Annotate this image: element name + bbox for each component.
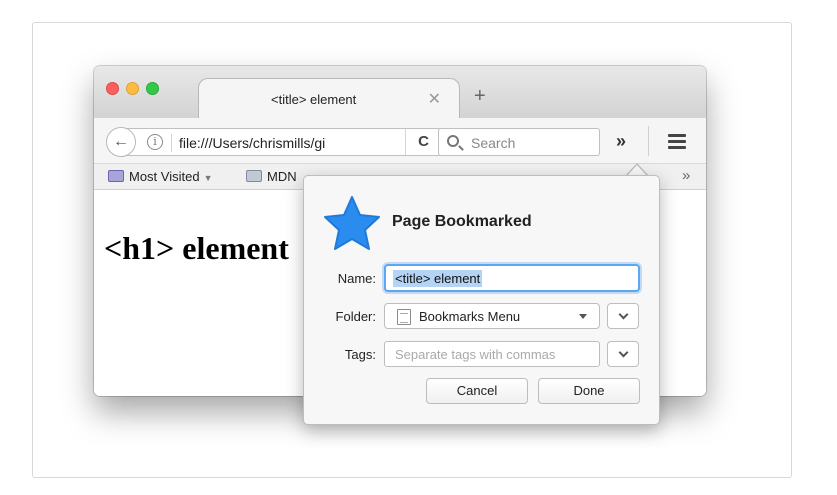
zoom-window-button[interactable]	[146, 82, 159, 95]
title-bar: <title> element ✕ +	[94, 66, 706, 118]
url-separator	[171, 134, 172, 152]
minimize-window-button[interactable]	[126, 82, 139, 95]
folder-select-value: Bookmarks Menu	[419, 309, 521, 324]
dropdown-arrow-icon	[579, 314, 587, 319]
done-button[interactable]: Done	[538, 378, 640, 404]
folder-expand-button[interactable]	[607, 303, 639, 329]
bookmark-label: MDN	[267, 169, 297, 184]
tags-label: Tags:	[344, 347, 376, 362]
overflow-chevron-icon[interactable]: »	[616, 131, 626, 152]
folder-label: Folder:	[335, 309, 376, 324]
page-heading: <h1> element	[104, 230, 289, 266]
url-bar[interactable]: i file:///Users/chrismills/gi C	[120, 128, 442, 156]
bookmark-panel: Page Bookmarked Name: <title> element Fo…	[303, 175, 660, 425]
menu-icon[interactable]	[668, 134, 686, 149]
tab-active[interactable]: <title> element ✕	[198, 78, 460, 118]
folder-icon	[246, 170, 262, 182]
tags-field[interactable]: Separate tags with commas	[384, 341, 600, 367]
search-placeholder: Search	[471, 135, 516, 151]
document-icon	[397, 309, 411, 325]
url-text[interactable]: file:///Users/chrismills/gi	[179, 135, 325, 151]
bookmark-most-visited[interactable]: Most Visited ▼	[108, 169, 213, 184]
panel-title: Page Bookmarked	[392, 213, 532, 230]
tags-placeholder: Separate tags with commas	[395, 347, 556, 362]
info-icon[interactable]: i	[147, 134, 163, 150]
star-icon	[324, 196, 380, 250]
new-tab-button[interactable]: +	[474, 86, 486, 106]
reload-icon[interactable]: C	[405, 129, 441, 155]
tab-close-icon[interactable]: ✕	[428, 89, 441, 109]
back-arrow-icon[interactable]: ←	[106, 127, 136, 157]
cancel-button[interactable]: Cancel	[426, 378, 528, 404]
navigation-toolbar: i file:///Users/chrismills/gi C ← Search…	[94, 118, 706, 164]
tags-expand-button[interactable]	[607, 341, 639, 367]
toolbar-divider	[648, 126, 649, 156]
name-field[interactable]: <title> element	[384, 264, 640, 292]
search-icon	[447, 135, 459, 147]
chevron-down-icon	[618, 347, 629, 358]
search-input[interactable]: Search	[438, 128, 600, 156]
name-label: Name:	[337, 271, 376, 286]
chevron-down-icon: ▼	[203, 173, 213, 183]
bookmark-mdn[interactable]: MDN	[246, 169, 297, 184]
bookmarks-overflow-icon[interactable]: »	[682, 167, 690, 184]
folder-select[interactable]: Bookmarks Menu	[384, 303, 600, 329]
close-window-button[interactable]	[106, 82, 119, 95]
chevron-down-icon	[618, 309, 629, 320]
folder-icon	[108, 170, 124, 182]
tab-title: <title> element	[271, 92, 357, 107]
name-field-value: <title> element	[393, 270, 483, 287]
bookmark-label: Most Visited	[129, 169, 200, 184]
